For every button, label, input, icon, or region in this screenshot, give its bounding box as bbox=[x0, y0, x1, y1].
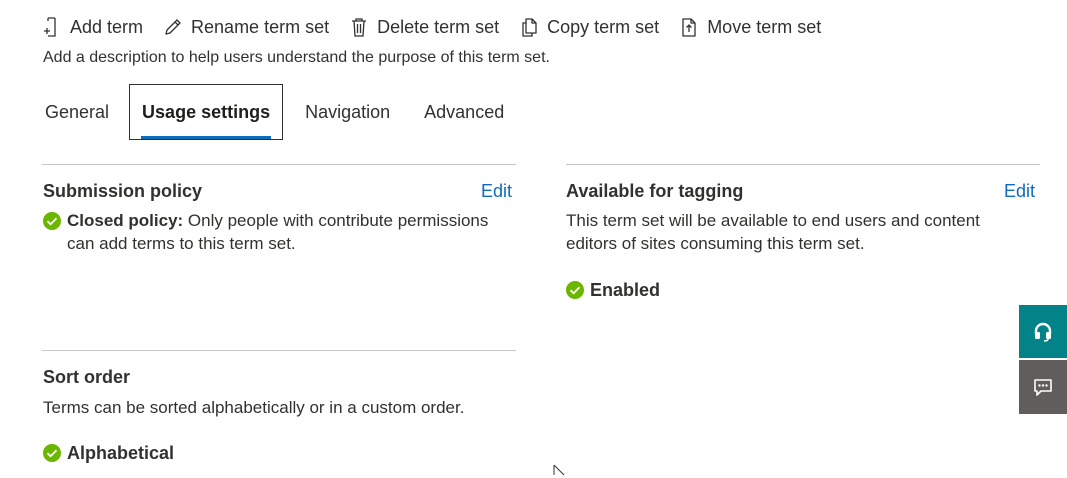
copy-term-set-button[interactable]: Copy term set bbox=[519, 13, 659, 41]
divider bbox=[42, 350, 516, 351]
tab-general[interactable]: General bbox=[33, 84, 121, 140]
available-for-tagging-text: This term set will be available to end u… bbox=[566, 211, 980, 253]
add-term-button[interactable]: Add term bbox=[42, 13, 143, 41]
submission-policy-edit-link[interactable]: Edit bbox=[481, 181, 512, 202]
term-set-description[interactable]: Add a description to help users understa… bbox=[43, 49, 550, 67]
sort-order-title: Sort order bbox=[43, 367, 131, 387]
trash-icon bbox=[352, 18, 367, 37]
pencil-icon bbox=[165, 19, 181, 35]
tab-usage-settings[interactable]: Usage settings bbox=[129, 84, 284, 140]
tab-advanced[interactable]: Advanced bbox=[412, 84, 516, 140]
command-bar: Add term Rename term set Delete term set… bbox=[42, 13, 841, 41]
sort-order-status: Alphabetical bbox=[43, 443, 174, 464]
copy-term-set-label: Copy term set bbox=[547, 16, 660, 37]
headset-icon bbox=[1034, 322, 1052, 342]
available-for-tagging-title: Available for tagging bbox=[566, 181, 744, 201]
tab-navigation[interactable]: Navigation bbox=[293, 84, 402, 140]
divider bbox=[42, 164, 516, 165]
check-circle-icon bbox=[43, 444, 61, 462]
check-circle-icon bbox=[566, 281, 584, 299]
submission-policy-title: Submission policy bbox=[43, 181, 203, 201]
support-button[interactable] bbox=[1019, 305, 1067, 358]
rename-term-set-button[interactable]: Rename term set bbox=[163, 13, 329, 41]
submission-policy-status-bold: Closed policy: bbox=[67, 211, 184, 230]
add-term-label: Add term bbox=[70, 16, 144, 37]
tab-bar: General Usage settings Navigation Advanc… bbox=[33, 84, 528, 140]
move-term-set-label: Move term set bbox=[707, 16, 822, 37]
move-icon bbox=[682, 18, 696, 37]
divider bbox=[566, 164, 1040, 165]
move-term-set-button[interactable]: Move term set bbox=[679, 13, 821, 41]
available-for-tagging-status: Enabled bbox=[566, 280, 660, 301]
feedback-button[interactable] bbox=[1019, 360, 1067, 414]
check-circle-icon bbox=[43, 212, 61, 230]
sort-order-status-label: Alphabetical bbox=[67, 443, 175, 463]
mouse-cursor-icon bbox=[553, 464, 565, 476]
rename-term-set-label: Rename term set bbox=[191, 16, 330, 37]
available-for-tagging-edit-link[interactable]: Edit bbox=[1004, 181, 1035, 202]
copy-icon bbox=[522, 18, 537, 37]
add-term-icon bbox=[44, 17, 56, 37]
delete-term-set-button[interactable]: Delete term set bbox=[349, 13, 499, 41]
feedback-icon bbox=[1034, 379, 1052, 396]
delete-term-set-label: Delete term set bbox=[377, 16, 500, 37]
submission-policy-status: Closed policy: Only people with contribu… bbox=[43, 209, 513, 255]
available-for-tagging-status-label: Enabled bbox=[590, 280, 661, 300]
sort-order-text: Terms can be sorted alphabetically or in… bbox=[43, 398, 465, 417]
